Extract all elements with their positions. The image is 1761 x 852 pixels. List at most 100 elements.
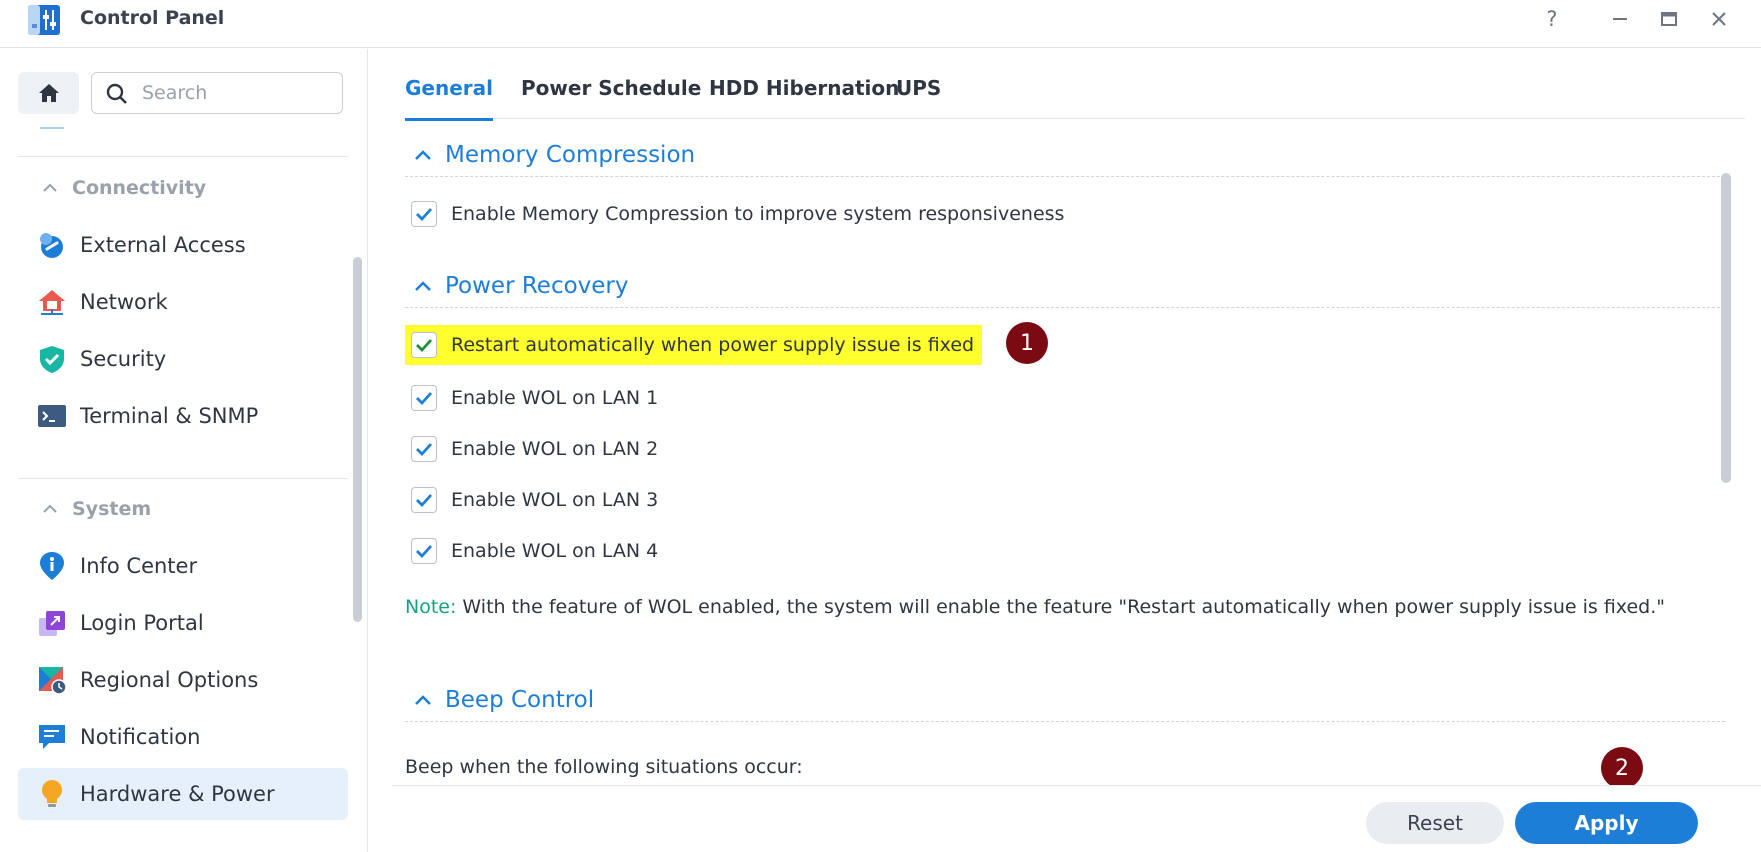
option-wol-lan-2[interactable]: Enable WOL on LAN 2 [405,429,658,469]
tab-general[interactable]: General [405,76,493,121]
main-panel: General Power Schedule HDD Hibernation U… [369,49,1761,852]
group-title-system[interactable]: System [42,498,151,520]
section-title: Memory Compression [445,141,696,168]
sidebar-item-network[interactable]: Network [18,276,348,328]
help-button[interactable]: ? [1537,4,1567,34]
group-title-connectivity[interactable]: Connectivity [42,177,206,199]
group-title-label: Connectivity [72,177,207,199]
section-title: Power Recovery [445,272,629,299]
section-header-power-recovery[interactable]: Power Recovery [405,264,1725,308]
close-icon [1712,12,1726,26]
window-title: Control Panel [80,7,225,29]
checkbox[interactable] [411,538,437,564]
sidebar-item-label: Regional Options [80,668,259,692]
sidebar-item-notification[interactable]: Notification [18,711,348,763]
option-wol-lan-1[interactable]: Enable WOL on LAN 1 [405,378,658,418]
sidebar-scrollbar[interactable] [353,257,362,622]
chevron-up-icon [411,688,435,712]
apply-button[interactable]: Apply [1515,802,1698,844]
minimize-button[interactable] [1605,4,1635,34]
home-button[interactable] [18,72,79,114]
sidebar-item-login-portal[interactable]: Login Portal [18,597,348,649]
step-badge-1: 1 [1006,322,1048,364]
scrolled-item-edge [40,127,64,129]
checkbox-label: Enable WOL on LAN 1 [451,387,659,409]
chevron-up-icon [411,143,435,167]
sidebar-item-label: Network [80,290,168,314]
checkbox[interactable] [411,385,437,411]
home-icon [38,84,59,102]
chevron-up-icon [43,504,57,513]
option-restart-after-power-issue[interactable]: Restart automatically when power supply … [405,325,983,365]
maximize-button[interactable] [1654,4,1684,34]
sidebar-item-label: External Access [80,233,246,257]
search-icon [106,83,127,104]
group-title-label: System [72,498,152,520]
terminal-icon [36,400,68,432]
beep-description: Beep when the following situations occur… [405,756,803,778]
sidebar-divider [18,156,348,157]
option-wol-lan-3[interactable]: Enable WOL on LAN 3 [405,480,658,520]
wol-note: Note: With the feature of WOL enabled, t… [405,592,1715,622]
section-header-beep-control[interactable]: Beep Control [405,678,1725,722]
sidebar: Connectivity External Access Network [0,49,368,852]
regional-options-icon [36,664,68,696]
chevron-up-icon [43,183,57,192]
control-panel-app-icon [26,4,64,36]
tab-hdd-hibernation[interactable]: HDD Hibernation [709,76,899,100]
title-bar: Control Panel ? [0,0,1761,48]
option-wol-lan-4[interactable]: Enable WOL on LAN 4 [405,531,658,571]
sidebar-item-label: Hardware & Power [80,782,275,806]
checkbox-label: Enable WOL on LAN 3 [451,489,659,511]
search-input[interactable] [142,79,332,107]
note-text: With the feature of WOL enabled, the sys… [456,596,1665,618]
checkmark-icon [416,208,433,222]
reset-button[interactable]: Reset [1366,802,1504,844]
sidebar-item-security[interactable]: Security [18,333,348,385]
checkmark-icon [416,494,433,508]
sidebar-item-label: Security [80,347,167,371]
sidebar-item-hardware-power[interactable]: Hardware & Power [18,768,348,820]
sidebar-item-external-access[interactable]: External Access [18,219,348,271]
note-label: Note: [405,596,457,618]
close-button[interactable] [1704,4,1734,34]
checkbox-label: Enable WOL on LAN 2 [451,438,659,460]
tab-ups[interactable]: UPS [896,76,941,100]
checkbox[interactable] [411,332,437,358]
external-access-icon [36,229,68,261]
sidebar-item-label: Terminal & SNMP [80,404,259,428]
sidebar-item-info-center[interactable]: Info Center [18,540,348,592]
chevron-up-icon [411,274,435,298]
sidebar-item-label: Login Portal [80,611,204,635]
checkbox-label: Restart automatically when power supply … [451,334,975,356]
checkbox-label: Enable WOL on LAN 4 [451,540,659,562]
sidebar-divider [18,478,348,479]
lightbulb-icon [36,778,68,810]
tab-power-schedule[interactable]: Power Schedule [521,76,701,100]
notification-icon [36,721,68,753]
step-badge-2: 2 [1601,747,1643,789]
sidebar-item-label: Notification [80,725,201,749]
info-icon [36,550,68,582]
checkmark-icon [416,392,433,406]
checkmark-icon [416,339,433,353]
sidebar-item-terminal-snmp[interactable]: Terminal & SNMP [18,390,348,442]
tab-bar: General Power Schedule HDD Hibernation U… [405,49,1745,121]
checkbox[interactable] [411,201,437,227]
section-header-memory-compression[interactable]: Memory Compression [405,133,1725,177]
checkmark-icon [416,443,433,457]
footer-bar: Reset Apply [392,785,1761,852]
shield-check-icon [36,343,68,375]
checkmark-icon [416,545,433,559]
checkbox[interactable] [411,487,437,513]
sidebar-item-regional-options[interactable]: Regional Options [18,654,348,706]
search-box[interactable] [91,72,343,114]
login-portal-icon [36,607,68,639]
content-scrollbar[interactable] [1721,173,1731,483]
minimize-icon [1613,18,1627,20]
checkbox[interactable] [411,436,437,462]
network-house-icon [36,286,68,318]
option-memory-compression[interactable]: Enable Memory Compression to improve sys… [405,194,1064,234]
sidebar-item-label: Info Center [80,554,198,578]
section-title: Beep Control [445,686,595,713]
